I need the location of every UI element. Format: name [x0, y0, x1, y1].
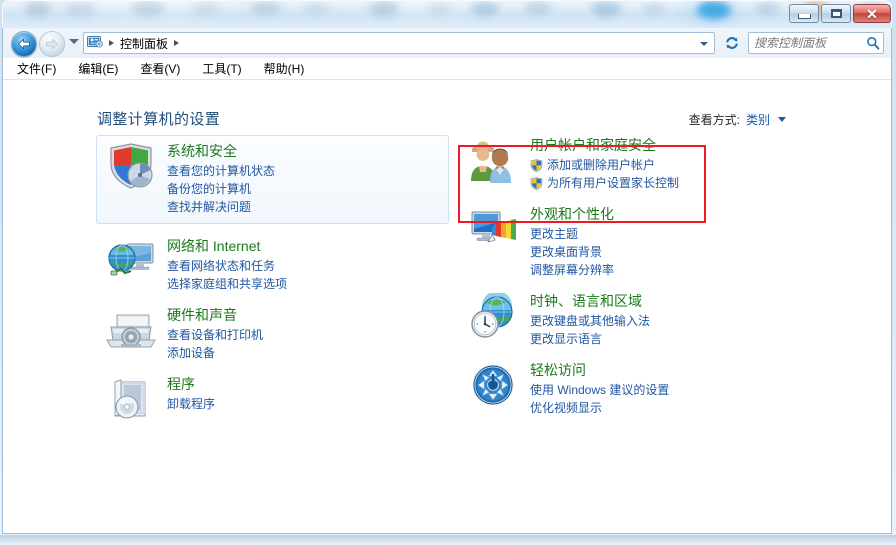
category-links: 添加或删除用户帐户 为所有用户设置家长控制 — [530, 156, 710, 192]
view-by-value[interactable]: 类别 — [746, 111, 770, 128]
back-button[interactable] — [11, 31, 37, 57]
menu-item-file[interactable]: 文件(F) — [17, 60, 56, 77]
category-ease-of-access[interactable]: 轻松访问 使用 Windows 建议的设置 优化视频显示 — [460, 360, 710, 417]
content-area: 调整计算机的设置 查看方式: 类别 系统和安全 查看您的计算机状态 备份您的计算… — [2, 80, 892, 534]
address-dropdown-button[interactable] — [695, 35, 712, 53]
appearance-personalization-icon — [468, 206, 520, 254]
category-links: 卸载程序 — [167, 395, 452, 413]
ease-of-access-icon — [468, 362, 520, 410]
refresh-icon — [726, 37, 738, 49]
user-accounts-icon — [468, 137, 520, 185]
category-title: 程序 — [167, 376, 195, 392]
uac-shield-icon — [530, 176, 543, 190]
maximize-icon — [830, 9, 842, 18]
menu-item-tools[interactable]: 工具(T) — [202, 60, 241, 77]
category-title: 外观和个性化 — [530, 206, 614, 222]
link-homegroup-sharing[interactable]: 选择家庭组和共享选项 — [167, 275, 452, 293]
category-system-and-security[interactable]: 系统和安全 查看您的计算机状态 备份您的计算机 查找并解决问题 — [96, 135, 449, 224]
navigation-bar: 控制面板 — [3, 28, 891, 58]
link-add-device[interactable]: 添加设备 — [167, 344, 452, 362]
title-bar: ✕ — [2, 0, 892, 28]
control-panel-window: ✕ 控制面板 搜索控制面板 文件(F) 编辑(E) 查看(V) 工具(T) 帮助… — [2, 0, 892, 541]
page-title: 调整计算机的设置 — [97, 111, 221, 128]
link-check-computer-status[interactable]: 查看您的计算机状态 — [167, 162, 448, 180]
link-uninstall-program[interactable]: 卸载程序 — [167, 395, 452, 413]
recent-locations-chevron-down-icon[interactable] — [69, 39, 79, 44]
category-title: 用户帐户和家庭安全 — [530, 137, 656, 153]
close-button[interactable]: ✕ — [853, 4, 891, 23]
link-optimize-visual-display[interactable]: 优化视频显示 — [530, 399, 710, 417]
category-title: 轻松访问 — [530, 362, 586, 378]
category-appearance-and-personalization[interactable]: 外观和个性化 更改主题 更改桌面背景 调整屏幕分辨率 — [460, 204, 710, 279]
link-view-network-status[interactable]: 查看网络状态和任务 — [167, 257, 452, 275]
breadcrumb-control-panel[interactable]: 控制面板 — [120, 35, 168, 52]
category-title: 网络和 Internet — [167, 238, 261, 254]
category-title: 硬件和声音 — [167, 307, 237, 323]
view-by-control: 查看方式: 类别 — [689, 111, 786, 128]
link-setup-parental-controls[interactable]: 为所有用户设置家长控制 — [530, 174, 710, 192]
category-network-and-internet[interactable]: 网络和 Internet 查看网络状态和任务 选择家庭组和共享选项 — [97, 236, 452, 293]
menu-item-view[interactable]: 查看(V) — [140, 60, 180, 77]
link-label: 添加或删除用户帐户 — [547, 158, 656, 172]
category-column-right: 用户帐户和家庭安全 添加或删除用户帐户 为所有用户设置家长控制 外观和个性化 更… — [460, 135, 710, 429]
link-adjust-screen-resolution[interactable]: 调整屏幕分辨率 — [530, 261, 710, 279]
forward-button[interactable] — [39, 31, 65, 57]
network-internet-icon — [105, 238, 157, 286]
address-bar[interactable]: 控制面板 — [83, 32, 715, 54]
programs-icon — [105, 376, 157, 424]
category-column-left: 系统和安全 查看您的计算机状态 备份您的计算机 查找并解决问题 网络和 Inte… — [96, 135, 452, 436]
control-panel-icon — [87, 36, 103, 50]
category-programs[interactable]: 程序 卸载程序 — [97, 374, 452, 424]
window-drop-shadow — [0, 535, 896, 545]
link-change-desktop-background[interactable]: 更改桌面背景 — [530, 243, 710, 261]
category-links: 更改键盘或其他输入法 更改显示语言 — [530, 312, 710, 348]
link-find-fix-problems[interactable]: 查找并解决问题 — [167, 198, 448, 216]
link-label: 为所有用户设置家长控制 — [547, 176, 680, 190]
hardware-sound-icon — [105, 307, 157, 355]
view-by-label: 查看方式: — [688, 113, 740, 127]
uac-shield-icon — [530, 158, 543, 172]
search-box[interactable] — [748, 32, 884, 54]
link-change-keyboard-input[interactable]: 更改键盘或其他输入法 — [530, 312, 710, 330]
menu-item-help[interactable]: 帮助(H) — [264, 60, 305, 77]
breadcrumb-separator-icon — [174, 40, 180, 46]
link-backup-computer[interactable]: 备份您的计算机 — [167, 180, 448, 198]
link-add-remove-user-accounts[interactable]: 添加或删除用户帐户 — [530, 156, 710, 174]
category-links: 查看设备和打印机 添加设备 — [167, 326, 452, 362]
category-links: 使用 Windows 建议的设置 优化视频显示 — [530, 381, 710, 417]
minimize-button[interactable] — [789, 4, 819, 23]
category-links: 查看网络状态和任务 选择家庭组和共享选项 — [167, 257, 452, 293]
clock-language-region-icon — [468, 291, 520, 341]
category-clock-language-region[interactable]: 时钟、语言和区域 更改键盘或其他输入法 更改显示语言 — [460, 291, 710, 348]
window-chrome: 控制面板 文件(F) — [2, 28, 892, 80]
link-change-display-language[interactable]: 更改显示语言 — [530, 330, 710, 348]
category-links: 查看您的计算机状态 备份您的计算机 查找并解决问题 — [167, 162, 448, 216]
menu-item-edit[interactable]: 编辑(E) — [78, 60, 118, 77]
breadcrumb-separator-icon — [109, 40, 114, 46]
minimize-icon — [797, 13, 811, 19]
category-title: 系统和安全 — [167, 143, 237, 159]
refresh-button[interactable] — [721, 32, 743, 54]
menu-bar: 文件(F) 编辑(E) 查看(V) 工具(T) 帮助(H) — [3, 58, 891, 80]
maximize-button[interactable] — [821, 4, 851, 23]
chevron-down-icon[interactable] — [778, 117, 786, 122]
link-windows-suggested-settings[interactable]: 使用 Windows 建议的设置 — [530, 381, 710, 399]
category-hardware-and-sound[interactable]: 硬件和声音 查看设备和打印机 添加设备 — [97, 305, 452, 362]
search-input[interactable] — [752, 35, 866, 51]
category-links: 更改主题 更改桌面背景 调整屏幕分辨率 — [530, 225, 710, 279]
link-view-devices-printers[interactable]: 查看设备和打印机 — [167, 326, 452, 344]
forward-arrow-icon — [46, 38, 58, 50]
security-shield-icon — [105, 142, 157, 190]
category-user-accounts-and-family-safety[interactable]: 用户帐户和家庭安全 添加或删除用户帐户 为所有用户设置家长控制 — [460, 135, 710, 192]
back-arrow-icon — [18, 38, 30, 50]
link-change-theme[interactable]: 更改主题 — [530, 225, 710, 243]
search-icon[interactable] — [866, 36, 880, 50]
close-icon: ✕ — [866, 5, 878, 22]
category-title: 时钟、语言和区域 — [530, 293, 642, 309]
